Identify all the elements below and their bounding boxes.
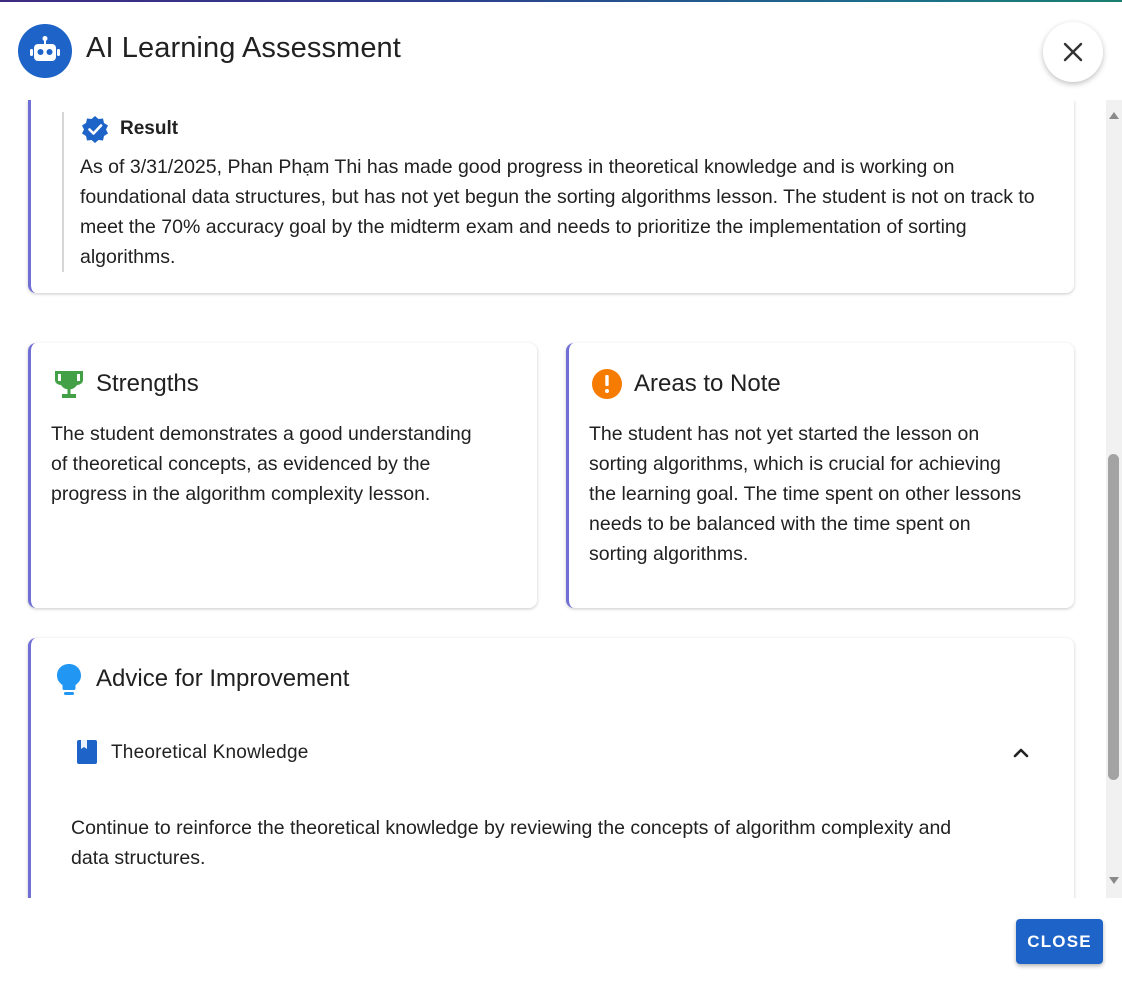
advice-title: Advice for Improvement bbox=[96, 665, 350, 692]
robot-icon bbox=[18, 24, 72, 78]
scroll-up-arrow-icon[interactable] bbox=[1108, 110, 1120, 120]
alert-circle-icon bbox=[592, 369, 622, 399]
accordion-label: Theoretical Knowledge bbox=[111, 742, 309, 763]
lightbulb-icon bbox=[57, 664, 81, 695]
close-icon-button[interactable] bbox=[1043, 22, 1103, 82]
close-icon bbox=[1063, 42, 1083, 62]
dialog-header: AI Learning Assessment bbox=[0, 2, 1122, 100]
strengths-card: Strengths The student demonstrates a goo… bbox=[28, 343, 537, 608]
result-card: Result As of 3/31/2025, Phan Phạm Thi ha… bbox=[28, 100, 1074, 293]
trophy-icon bbox=[55, 371, 83, 398]
advice-card: Advice for Improvement Theoretical Knowl… bbox=[28, 638, 1074, 898]
areas-to-note-card: Areas to Note The student has not yet st… bbox=[566, 343, 1074, 608]
verified-check-icon bbox=[82, 116, 108, 143]
dialog-title: AI Learning Assessment bbox=[86, 32, 401, 64]
accordion-body-text: Continue to reinforce the theoretical kn… bbox=[71, 817, 952, 869]
areas-text: The student has not yet started the less… bbox=[589, 423, 1022, 565]
vertical-scrollbar[interactable] bbox=[1106, 100, 1122, 898]
strengths-text: The student demonstrates a good understa… bbox=[51, 423, 472, 505]
book-icon bbox=[77, 740, 97, 764]
result-text: As of 3/31/2025, Phan Phạm Thi has made … bbox=[80, 156, 1035, 268]
chevron-up-icon[interactable] bbox=[1011, 743, 1031, 763]
dialog-content[interactable]: Result As of 3/31/2025, Phan Phạm Thi ha… bbox=[0, 100, 1106, 898]
close-button[interactable]: CLOSE bbox=[1016, 919, 1103, 964]
areas-title: Areas to Note bbox=[634, 370, 781, 397]
strengths-title: Strengths bbox=[96, 370, 199, 397]
scroll-down-arrow-icon[interactable] bbox=[1108, 876, 1120, 886]
scrollbar-thumb[interactable] bbox=[1108, 454, 1119, 780]
accordion-theoretical-knowledge[interactable]: Theoretical Knowledge bbox=[71, 733, 1036, 773]
result-title: Result bbox=[120, 118, 179, 139]
result-block: Result As of 3/31/2025, Phan Phạm Thi ha… bbox=[62, 112, 1064, 272]
